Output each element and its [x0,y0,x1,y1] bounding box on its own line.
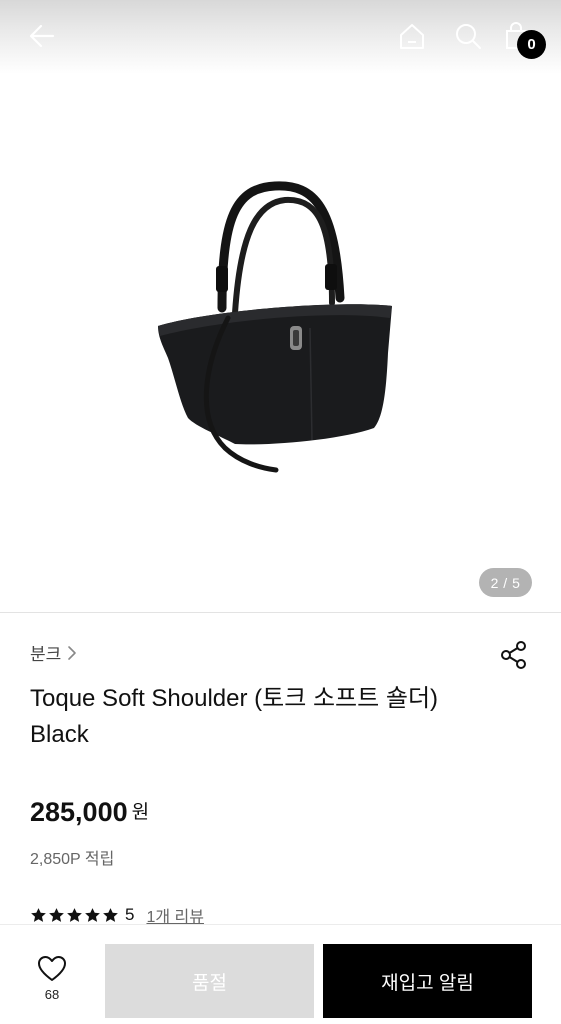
heart-icon [38,956,66,981]
star-icon [67,907,82,922]
restock-notify-button[interactable]: 재입고 알림 [323,944,532,1018]
cart-count-badge: 0 [517,30,546,59]
reward-points: 2,850P 적립 [30,851,115,868]
chevron-right-icon [68,645,77,660]
back-button[interactable] [24,18,60,54]
star-icon [85,907,100,922]
home-icon [400,24,424,49]
rating-stars [30,907,119,924]
brand-link[interactable]: 분크 [30,640,79,665]
price-amount: 285,000 [30,797,128,827]
arrow-left-icon [29,24,55,48]
divider [0,612,561,613]
home-button[interactable] [394,18,430,54]
bottom-action-bar: 68 품절 재입고 알림 [0,924,561,1024]
share-icon [501,641,526,669]
star-icon [49,907,64,922]
price: 285,000 원 [30,797,149,828]
brand-name: 분크 [30,645,62,664]
search-icon [456,24,481,49]
price-currency: 원 [131,802,150,823]
product-image-gallery[interactable]: 2 / 5 [0,74,561,612]
product-title-line1: Toque Soft Shoulder (토크 소프트 숄더) [30,685,439,712]
image-pager: 2 / 5 [479,568,532,597]
search-button[interactable] [450,18,486,54]
product-title: Toque Soft Shoulder (토크 소프트 숄더) Black [30,681,500,753]
star-icon [103,907,118,922]
like-count: 68 [44,987,60,1002]
product-title-line2: Black [30,721,89,748]
star-icon [31,907,46,922]
product-image [158,181,392,473]
sold-out-button[interactable]: 품절 [105,944,314,1018]
share-button[interactable] [499,640,529,670]
like-button[interactable]: 68 [28,955,76,1002]
rating-value: 5 [125,905,135,924]
top-bar [0,0,561,74]
